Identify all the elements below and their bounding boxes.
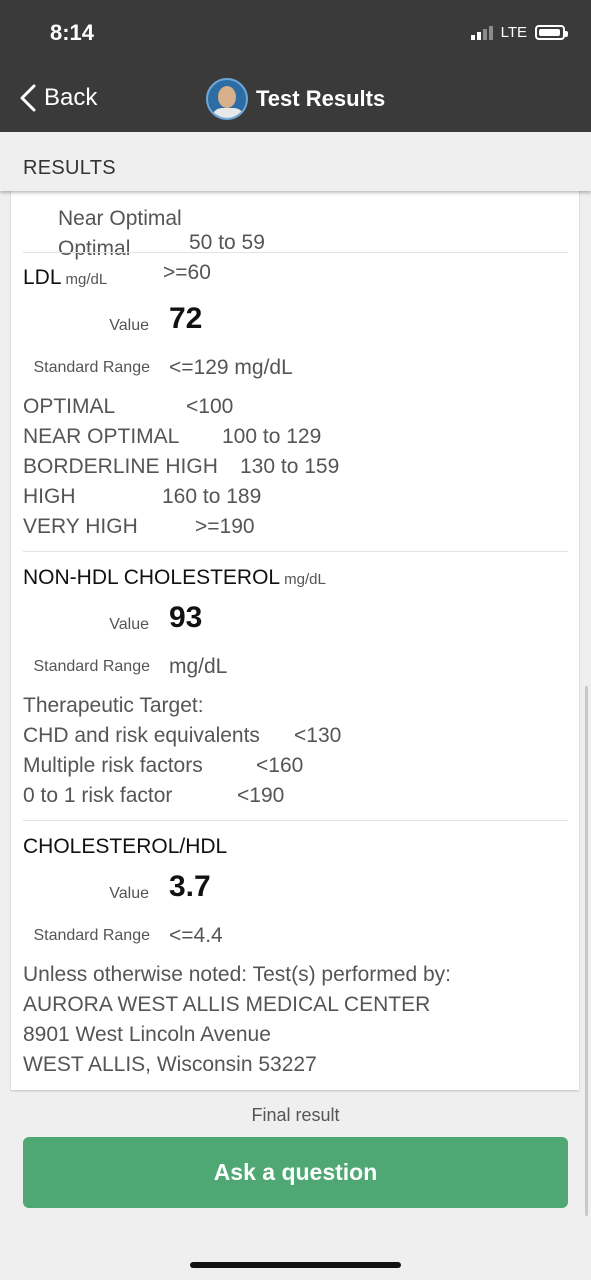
divider <box>23 252 568 253</box>
target-heading: Therapeutic Target: <box>23 694 204 717</box>
range-value: 160 to 189 <box>162 485 262 508</box>
page-title: Test Results <box>256 86 386 111</box>
target-label: Multiple risk factors <box>23 754 203 777</box>
back-label: Back <box>44 84 98 111</box>
target-label: 0 to 1 risk factor <box>23 784 173 807</box>
standard-range-value: mg/dL <box>169 655 228 678</box>
result-value: 93 <box>169 601 203 634</box>
range-value: 130 to 159 <box>240 455 340 478</box>
test-name-ratio: CHOLESTEROL/HDL <box>23 835 227 859</box>
signal-icon <box>470 25 493 40</box>
chevron-left-icon <box>20 84 36 112</box>
test-name-ldl: LDL mg/dL <box>23 266 107 290</box>
standard-range-label: Standard Range <box>33 927 150 944</box>
divider <box>23 820 568 821</box>
home-indicator[interactable] <box>190 1262 401 1268</box>
list-item: HIGH 160 to 189 <box>23 485 261 509</box>
status-time: 8:14 <box>50 20 95 45</box>
section-header: RESULTS <box>0 132 591 191</box>
list-item: Optimal >=60 <box>23 213 211 309</box>
app-header: 8:14 LTE Back Test Results <box>0 0 591 132</box>
lab-address: 8901 West Lincoln Avenue <box>23 1023 271 1046</box>
result-status: Final result <box>251 1105 340 1125</box>
result-value: 3.7 <box>169 870 211 903</box>
test-name: CHOLESTEROL/HDL <box>23 835 228 858</box>
status-indicators: LTE <box>470 24 568 41</box>
test-name-non-hdl: NON-HDL CHOLESTEROL mg/dL <box>23 566 326 590</box>
list-item: BORDERLINE HIGH 130 to 159 <box>23 455 339 479</box>
range-value: >=190 <box>195 515 255 538</box>
range-value: >=60 <box>163 261 211 284</box>
section-label: RESULTS <box>23 157 116 179</box>
results-card: Near Optimal 50 to 59 Optimal >=60 LDL mg… <box>11 191 579 1090</box>
range-label: HIGH <box>23 485 76 508</box>
target-value: <130 <box>294 724 342 747</box>
result-value: 72 <box>169 302 203 335</box>
back-button[interactable]: Back <box>18 84 97 112</box>
standard-range-label: Standard Range <box>33 658 150 675</box>
range-label: Optimal <box>58 237 131 260</box>
lab-city: WEST ALLIS, Wisconsin 53227 <box>23 1053 317 1076</box>
standard-range-label: Standard Range <box>33 359 150 376</box>
battery-icon <box>535 25 568 40</box>
list-item: Multiple risk factors <160 <box>23 754 303 778</box>
test-name: NON-HDL CHOLESTEROL <box>23 566 281 589</box>
range-value: 100 to 129 <box>222 425 322 448</box>
divider <box>23 551 568 552</box>
list-item: OPTIMAL <100 <box>23 395 233 419</box>
ask-question-button[interactable]: Ask a question <box>23 1137 568 1208</box>
range-value: <100 <box>186 395 234 418</box>
nav-title-group: Test Results <box>206 78 385 120</box>
network-label: LTE <box>500 24 527 41</box>
value-label: Value <box>109 616 149 633</box>
lab-name: AURORA WEST ALLIS MEDICAL CENTER <box>23 993 431 1016</box>
value-label: Value <box>109 885 149 902</box>
target-value: <190 <box>237 784 285 807</box>
range-label: OPTIMAL <box>23 395 116 418</box>
range-label: BORDERLINE HIGH <box>23 455 218 478</box>
lab-note: Unless otherwise noted: Test(s) performe… <box>23 963 451 986</box>
value-label: Value <box>109 317 149 334</box>
target-value: <160 <box>256 754 304 777</box>
scrollbar[interactable] <box>585 686 588 1216</box>
range-label: NEAR OPTIMAL <box>23 425 180 448</box>
test-unit: mg/dL <box>65 271 108 288</box>
standard-range-value: <=4.4 <box>169 924 223 947</box>
target-label: CHD and risk equivalents <box>23 724 260 747</box>
list-item: VERY HIGH >=190 <box>23 515 255 539</box>
range-label: VERY HIGH <box>23 515 138 538</box>
list-item: NEAR OPTIMAL 100 to 129 <box>23 425 321 449</box>
standard-range-value: <=129 mg/dL <box>169 356 293 379</box>
results-scroll[interactable]: Near Optimal 50 to 59 Optimal >=60 LDL mg… <box>0 191 591 1280</box>
list-item: 0 to 1 risk factor <190 <box>23 784 284 808</box>
list-item: CHD and risk equivalents <130 <box>23 724 341 748</box>
avatar <box>206 78 248 120</box>
test-name: LDL <box>23 266 62 289</box>
test-unit: mg/dL <box>284 571 326 588</box>
